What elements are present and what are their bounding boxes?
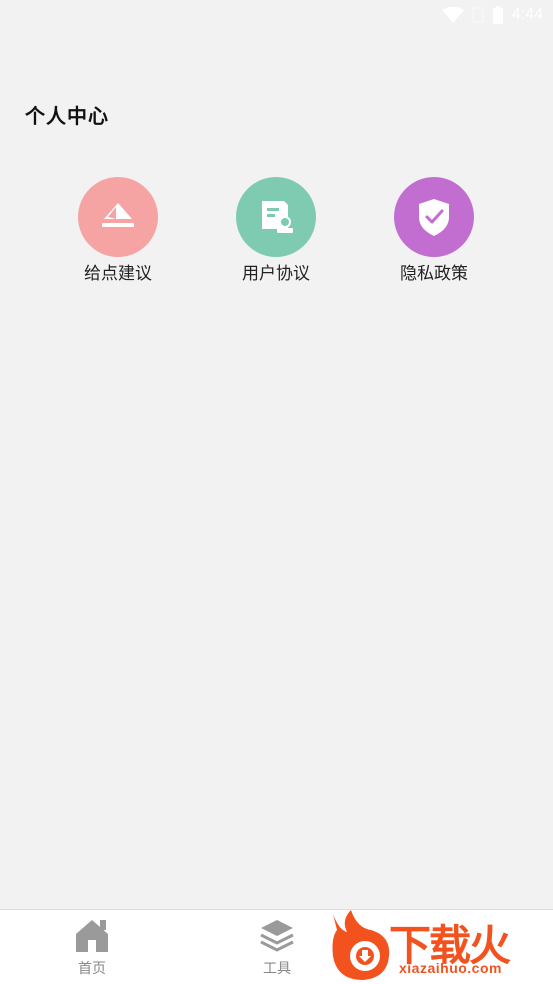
layers-icon: [260, 920, 294, 952]
status-bar: 4:44: [0, 0, 553, 30]
flame-logo-icon: [332, 910, 390, 980]
feedback-icon: [78, 177, 158, 257]
tab-label: 工具: [263, 961, 291, 977]
tab-tools[interactable]: 工具: [237, 916, 317, 978]
menu-grid: 给点建议 用户协议 隐私政策: [0, 177, 553, 287]
tab-home[interactable]: 首页: [52, 916, 132, 978]
battery-icon: [492, 6, 503, 24]
menu-item-agreement[interactable]: 用户协议: [221, 177, 331, 284]
wifi-icon: [441, 7, 464, 23]
home-icon: [76, 920, 108, 952]
tab-label: 首页: [78, 961, 106, 977]
page-title: 个人中心: [25, 104, 109, 128]
menu-label: 给点建议: [84, 264, 152, 284]
agreement-icon: [236, 177, 316, 257]
menu-label: 隐私政策: [400, 264, 468, 284]
shield-check-icon: [394, 177, 474, 257]
status-time: 4:44: [511, 6, 543, 23]
menu-label: 用户协议: [242, 264, 310, 284]
menu-item-privacy[interactable]: 隐私政策: [379, 177, 489, 284]
sim-icon: [472, 7, 484, 23]
menu-item-feedback[interactable]: 给点建议: [63, 177, 173, 284]
watermark-url: xiazaihuo.com: [399, 960, 502, 976]
watermark-logo: 下载火 xiazaihuo.com: [327, 908, 553, 984]
